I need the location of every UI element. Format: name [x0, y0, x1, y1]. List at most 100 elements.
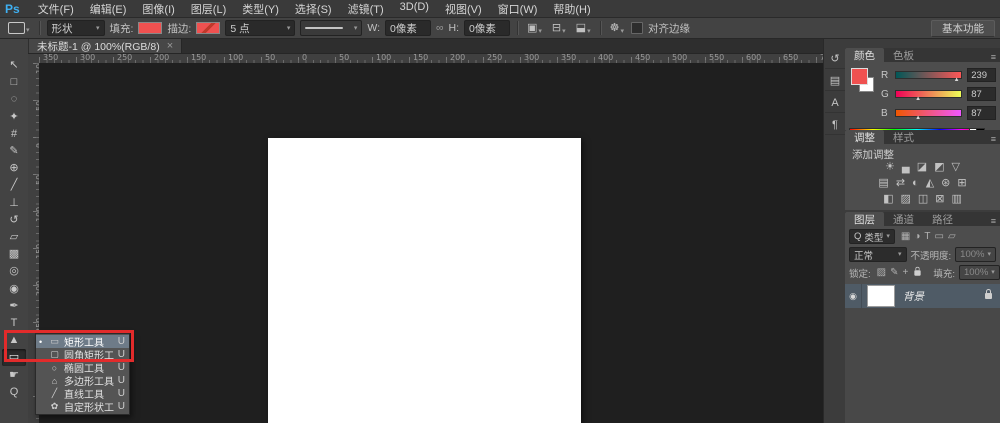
height-input[interactable]: 0像素 [464, 20, 510, 36]
photo-filter-icon[interactable]: ◭ [926, 177, 934, 189]
gradient-tool[interactable]: ▩ [2, 246, 26, 263]
fill-input[interactable]: 100% ▾ [959, 265, 1000, 280]
lock-position-icon[interactable]: + [902, 267, 908, 278]
properties-panel-icon[interactable]: ▤ [825, 71, 845, 91]
foreground-color-swatch[interactable] [851, 68, 868, 85]
filter-smart-object-icon[interactable]: ▱ [948, 231, 956, 242]
eraser-tool[interactable]: ▱ [2, 229, 26, 246]
channel-slider[interactable]: ▲ [895, 109, 962, 117]
path-operations-button[interactable]: ▣▾ [525, 21, 544, 35]
curves-icon[interactable]: ◪ [917, 161, 927, 173]
color-balance-icon[interactable]: ⇄ [896, 177, 905, 189]
exposure-icon[interactable]: ◩ [934, 161, 944, 173]
invert-icon[interactable]: ◧ [883, 193, 893, 205]
slider-thumb-icon[interactable]: ▲ [915, 96, 921, 102]
width-input[interactable]: 0像素 [385, 20, 431, 36]
rectangle-tool[interactable]: ▭ [2, 349, 26, 366]
menubar-item[interactable]: 视图(V) [437, 0, 490, 18]
pasteboard[interactable] [39, 63, 823, 423]
path-alignment-button[interactable]: ⊟▾ [550, 21, 568, 35]
visibility-eye-icon[interactable]: ◉ [845, 284, 862, 308]
close-tab-icon[interactable]: × [167, 40, 173, 52]
flyout-item-自定形状工具[interactable]: ✿自定形状工具U [36, 400, 129, 413]
lock-transparent-icon[interactable]: ▨ [877, 267, 886, 278]
layers-tab-2[interactable]: 通道 [884, 212, 923, 226]
lock-all-icon[interactable] [915, 270, 921, 275]
path-arrange-button[interactable]: ⬓▾ [574, 21, 593, 35]
filter-pixel-icon[interactable]: ▦ [901, 231, 910, 242]
menubar-item[interactable]: 文件(F) [30, 0, 82, 18]
channel-value[interactable]: 87 [967, 87, 996, 101]
color-tab-2[interactable]: 色板 [884, 48, 923, 62]
character-panel-icon[interactable]: A [825, 93, 845, 113]
document-canvas[interactable] [268, 138, 581, 423]
layers-tab-3[interactable]: 路径 [923, 212, 962, 226]
layer-filter-type-select[interactable]: Q 类型 ▾ [849, 229, 895, 244]
fill-swatch[interactable] [138, 22, 162, 34]
history-panel-icon[interactable]: ↺ [825, 49, 845, 69]
channel-slider[interactable]: ▲ [895, 90, 962, 98]
menubar-item[interactable]: 图层(L) [183, 0, 234, 18]
color-lookup-icon[interactable]: ⊞ [957, 177, 966, 189]
stroke-width-select[interactable]: 5 点▾ [225, 20, 295, 36]
align-edges-checkbox[interactable] [631, 22, 643, 34]
panel-menu-icon[interactable]: ≡ [991, 134, 996, 144]
move-tool[interactable]: ↖ [2, 57, 26, 74]
document-tab[interactable]: 未标题-1 @ 100%(RGB/8) × [29, 39, 182, 53]
adjustments-tab-1[interactable]: 调整 [845, 130, 884, 144]
blend-mode-select[interactable]: 正常 ▾ [849, 247, 907, 262]
stroke-type-select[interactable]: ▾ [300, 20, 362, 36]
tool-preset-button[interactable]: ▾ [6, 22, 32, 34]
path-selection-tool[interactable]: ▲ [2, 332, 26, 349]
menubar-item[interactable]: 选择(S) [287, 0, 340, 18]
black-white-icon[interactable]: ◐ [912, 177, 919, 189]
filter-type-icon[interactable]: T [924, 231, 930, 242]
color-tab-1[interactable]: 颜色 [845, 48, 884, 62]
spot-healing-brush-tool[interactable]: ⊕ [2, 160, 26, 177]
dodge-tool[interactable]: ◉ [2, 281, 26, 298]
slider-thumb-icon[interactable]: ▲ [954, 77, 960, 83]
selective-color-icon[interactable]: ⊠ [935, 193, 944, 205]
menubar-item[interactable]: 窗口(W) [490, 0, 546, 18]
menubar-item[interactable]: 编辑(E) [82, 0, 135, 18]
blur-tool[interactable]: ◎ [2, 263, 26, 280]
eyedropper-tool[interactable]: ✎ [2, 143, 26, 160]
vibrance-icon[interactable]: ▽ [952, 161, 960, 173]
workspace-switcher-button[interactable]: 基本功能 [931, 20, 995, 37]
rectangular-marquee-tool[interactable]: □ [2, 74, 26, 91]
panel-menu-icon[interactable]: ≡ [991, 52, 996, 62]
tool-mode-select[interactable]: 形状▾ [47, 20, 105, 36]
quick-selection-tool[interactable]: ✦ [2, 109, 26, 126]
lasso-tool[interactable]: ◌ [2, 91, 26, 108]
slider-thumb-icon[interactable]: ▲ [915, 115, 921, 121]
crop-tool[interactable]: # [2, 126, 26, 143]
gradient-map-icon[interactable]: ▥ [952, 193, 962, 205]
hand-tool[interactable]: ☛ [2, 367, 26, 384]
panel-menu-icon[interactable]: ≡ [991, 216, 996, 226]
threshold-icon[interactable]: ◫ [918, 193, 928, 205]
clone-stamp-tool[interactable]: ⊥ [2, 195, 26, 212]
adjustments-tab-2[interactable]: 样式 [884, 130, 923, 144]
gear-icon[interactable]: ☸▾ [608, 21, 626, 35]
type-tool[interactable]: T [2, 315, 26, 332]
levels-icon[interactable]: ▄ [902, 161, 910, 173]
channel-slider[interactable]: ▲ [895, 71, 962, 79]
menubar-item[interactable]: 3D(D) [392, 0, 437, 18]
opacity-input[interactable]: 100% ▾ [955, 247, 996, 262]
menubar-item[interactable]: 图像(I) [134, 0, 182, 18]
background-layer-row[interactable]: ◉ 背景 [845, 284, 1000, 308]
stroke-swatch[interactable] [196, 22, 220, 34]
brightness-contrast-icon[interactable]: ☀ [885, 161, 895, 173]
posterize-icon[interactable]: ▨ [900, 193, 910, 205]
menubar-item[interactable]: 帮助(H) [545, 0, 598, 18]
layers-tab-1[interactable]: 图层 [845, 212, 884, 226]
filter-shape-icon[interactable]: ▭ [935, 231, 944, 242]
history-brush-tool[interactable]: ↺ [2, 212, 26, 229]
menubar-item[interactable]: 类型(Y) [234, 0, 287, 18]
zoom-tool[interactable]: Q [2, 384, 26, 401]
hue-saturation-icon[interactable]: ▤ [878, 177, 888, 189]
channel-value[interactable]: 87 [967, 106, 996, 120]
lock-pixels-icon[interactable]: ✎ [890, 267, 898, 278]
link-dimensions-icon[interactable]: ∞ [436, 22, 444, 34]
menubar-item[interactable]: 滤镜(T) [340, 0, 392, 18]
